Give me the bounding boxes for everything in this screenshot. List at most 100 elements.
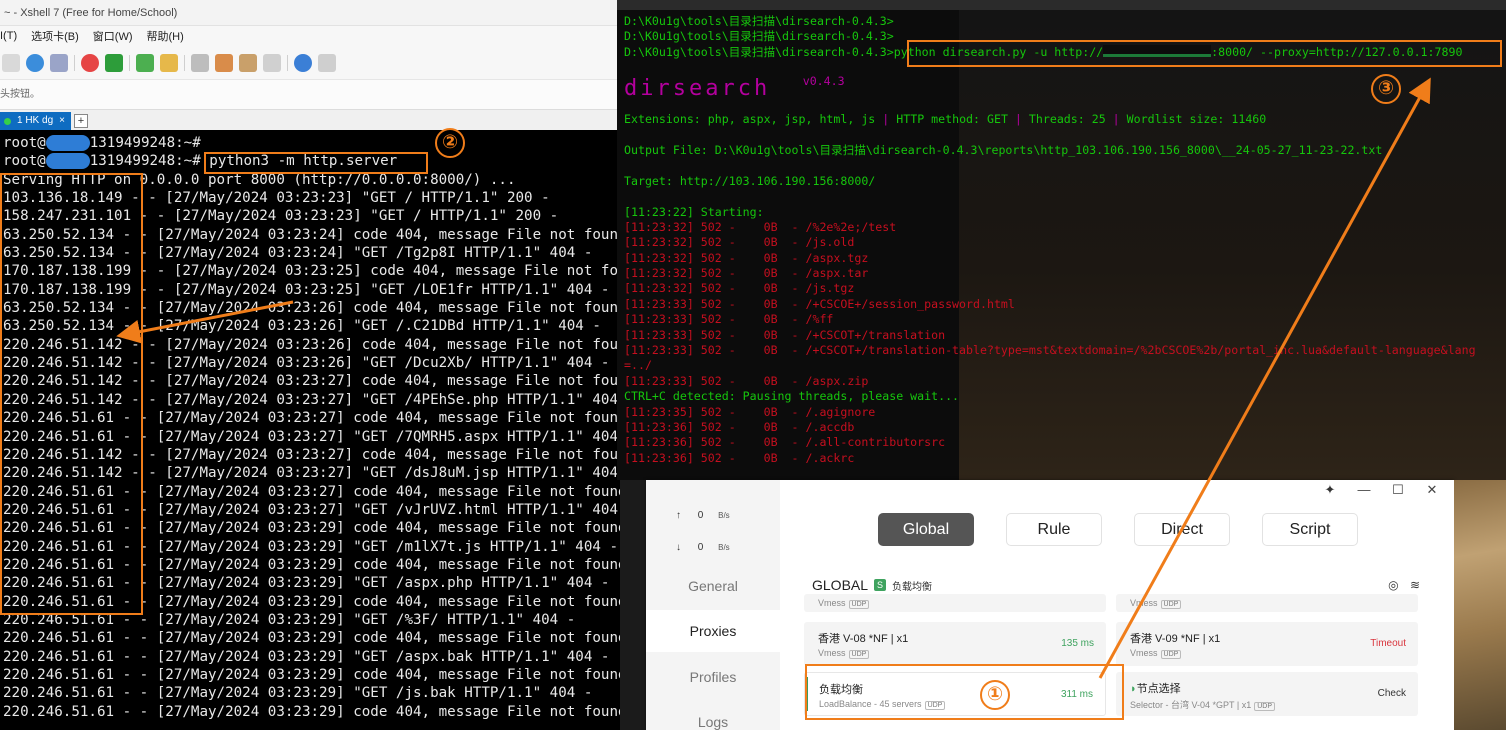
scan-results: [11:23:32] 502 - 0B - /%2e%2e;/test [11:2…	[624, 220, 1506, 389]
group-selected: 负载均衡	[892, 581, 933, 593]
help-icon[interactable]	[294, 53, 312, 72]
font-icon[interactable]	[50, 53, 68, 72]
proxy-card-selector[interactable]: ◗节点选择 Selector - 台湾 V-04 *GPT | x1 UDP Ch…	[1116, 672, 1418, 716]
nav-proxies[interactable]: Proxies	[646, 610, 780, 652]
annotation-marker-2: ②	[435, 128, 465, 158]
group-name: GLOBAL	[812, 577, 869, 593]
proxy-latency: Timeout	[1370, 638, 1406, 649]
proxy-card-hk-v08[interactable]: 香港 V-08 *NF | x1 Vmess UDP 135 ms	[804, 622, 1106, 666]
menu-item-tools[interactable]: I(T)	[0, 30, 17, 42]
fullscreen-icon[interactable]	[136, 53, 154, 72]
check-link[interactable]: Check	[1378, 688, 1406, 699]
group-actions: ◎ ≋	[1388, 578, 1420, 592]
prompt-host: 1319499248:~#	[89, 153, 201, 170]
layout-icon[interactable]	[263, 53, 281, 72]
scan-result-line: [11:23:36] 502 - 0B - /.all-contributors…	[624, 435, 946, 450]
xshell-address-bar[interactable]: 头按钮。	[0, 80, 620, 110]
lock-icon[interactable]	[160, 53, 178, 72]
group-type-badge: S	[874, 579, 887, 591]
proxy-type: Vmess UDP	[1130, 648, 1182, 659]
nav-logs[interactable]: Logs	[646, 701, 780, 730]
upload-value: 0	[697, 510, 704, 521]
mode-global-button[interactable]: Global	[878, 513, 974, 546]
mode-script-button[interactable]: Script	[1262, 513, 1358, 546]
method-value: GET	[987, 112, 1008, 127]
prompt-host: 1319499248:~#	[89, 135, 201, 151]
target-url: http://103.106.190.156:8000/	[679, 173, 876, 188]
threads-value: 25	[1091, 112, 1106, 127]
scan-result-line: [11:23:35] 502 - 0B - /.agignore	[624, 404, 876, 419]
close-icon[interactable]: ✕	[1422, 482, 1442, 498]
scan-result-line: [11:23:33] 502 - 0B - /+CSCOT+/translati…	[624, 327, 946, 342]
proxy-name: ◗节点选择	[1130, 683, 1181, 695]
proxy-card-sub: Vmess UDP	[818, 598, 870, 609]
target-label: Target:	[624, 173, 680, 188]
dirsearch-logo-text: dirsearch	[624, 76, 771, 102]
tab-hk-dg[interactable]: 1 HK dg ×	[0, 112, 71, 130]
cmd-prompt: D:\K0u1g\tools\目录扫描\dirsearch-0.4.3>	[624, 44, 894, 59]
annotation-box-dirsearch-cmd	[907, 40, 1502, 67]
scan-result-line: [11:23:32] 502 - 0B - /aspx.tar	[624, 266, 869, 281]
redacted-mask	[45, 135, 90, 151]
menu-item-tabs[interactable]: 选项卡(B)	[31, 28, 79, 44]
keyboard-icon[interactable]	[191, 53, 209, 72]
toolbar-separator	[184, 54, 185, 71]
ctrl-c-line: CTRL+C detected: Pausing threads, please…	[624, 389, 960, 404]
proxy-card[interactable]: Vmess UDP	[804, 594, 1106, 612]
wifi-icon[interactable]: ≋	[1410, 578, 1420, 592]
sep-pipe: |	[1007, 112, 1029, 127]
log-line: 220.246.51.61 - - [27/May/2024 03:23:29]…	[3, 648, 610, 665]
xftp-icon[interactable]	[81, 53, 99, 72]
ext-key: Extensions:	[624, 112, 708, 127]
xshell-toolbar	[0, 46, 620, 80]
compose-icon[interactable]	[239, 53, 257, 72]
new-session-icon[interactable]	[2, 53, 20, 72]
minimize-icon[interactable]: —	[1354, 482, 1374, 497]
proxy-type: Vmess UDP	[818, 648, 870, 659]
maximize-icon[interactable]: ☐	[1388, 482, 1408, 498]
tab-label: 1 HK dg	[17, 115, 54, 126]
chat-icon[interactable]	[318, 53, 336, 72]
highlight-icon[interactable]	[215, 53, 233, 72]
download-unit: B/s	[718, 543, 730, 552]
sep-pipe: |	[875, 112, 897, 127]
scan-result-line: [11:23:32] 502 - 0B - /aspx.tgz	[624, 250, 869, 265]
add-tab-button[interactable]: +	[73, 114, 88, 128]
dirsearch-version: v0.4.3	[802, 74, 845, 89]
sep-pipe: |	[1105, 112, 1127, 127]
scan-result-line: [11:23:33] 502 - 0B - /%ff	[624, 312, 834, 327]
target-line: Target: http://103.106.190.156:8000/	[624, 174, 1506, 189]
output-label: Output File:	[624, 142, 715, 157]
output-file-line: Output File: D:\K0u1g\tools\目录扫描\dirsear…	[624, 143, 1506, 158]
proxy-card[interactable]: Vmess UDP	[1116, 594, 1418, 612]
mode-direct-button[interactable]: Direct	[1134, 513, 1230, 546]
method-key: HTTP method:	[896, 112, 987, 127]
menu-item-window[interactable]: 窗口(W)	[93, 28, 133, 44]
download-arrow-icon: ↓	[676, 542, 681, 553]
menu-item-help[interactable]: 帮助(H)	[147, 28, 184, 44]
proxy-group-header: GLOBAL S 负载均衡	[812, 577, 932, 593]
xmanager-icon[interactable]	[105, 53, 123, 72]
pin-icon[interactable]: ✦	[1320, 482, 1340, 498]
prompt-user: root@	[3, 135, 46, 151]
proxy-type: Selector - 台湾 V-04 *GPT | x1 UDP	[1130, 698, 1275, 711]
xshell-title-bar: ~ - Xshell 7 (Free for Home/School)	[0, 0, 620, 26]
nav-profiles[interactable]: Profiles	[646, 656, 780, 698]
cmd-prompt-line: D:\K0u1g\tools\目录扫描\dirsearch-0.4.3>	[624, 14, 894, 28]
mode-rule-button[interactable]: Rule	[1006, 513, 1102, 546]
tab-close-icon[interactable]: ×	[59, 112, 65, 130]
annotation-marker-1: ①	[980, 680, 1010, 710]
scan-result-line: [11:23:33] 502 - 0B - /aspx.zip	[624, 373, 869, 388]
ext-value: php, aspx, jsp, html, js	[707, 112, 876, 127]
annotation-box-loadbalance	[805, 664, 1124, 720]
nav-general[interactable]: General	[646, 565, 780, 607]
latency-test-icon[interactable]: ◎	[1388, 578, 1398, 592]
upload-unit: B/s	[718, 511, 730, 520]
xshell-title: ~ - Xshell 7 (Free for Home/School)	[4, 7, 178, 19]
toolbar-separator	[287, 54, 288, 71]
proxy-card-hk-v09[interactable]: 香港 V-09 *NF | x1 Vmess UDP Timeout	[1116, 622, 1418, 666]
globe-icon[interactable]	[26, 53, 44, 72]
proxy-latency: 135 ms	[1061, 638, 1094, 649]
